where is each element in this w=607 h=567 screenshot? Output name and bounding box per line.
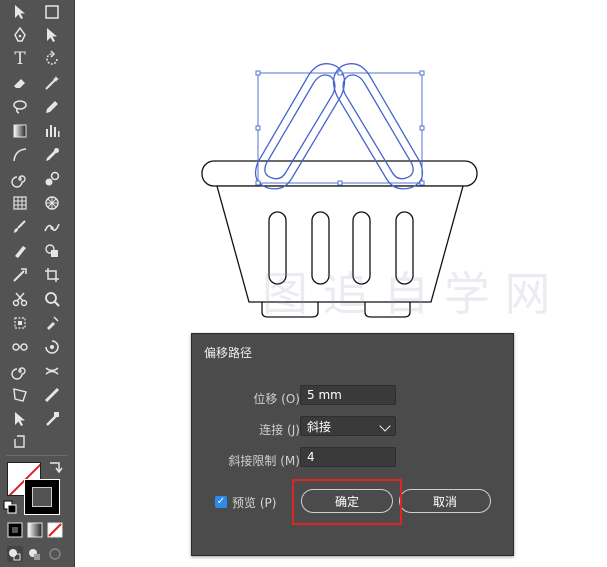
draw-inside-icon[interactable] [46,545,64,563]
cancel-button[interactable]: 取消 [399,489,491,513]
joins-selected-value: 斜接 [307,419,332,434]
column-graph-tool-icon[interactable] [40,121,64,141]
joins-label: 连接 (J): [259,423,304,437]
draw-behind-icon[interactable] [26,545,44,563]
miter-limit-input[interactable]: 4 [300,447,396,467]
spiral-tool-icon[interactable] [8,169,32,189]
watermark-text: 图 追 自 学 网 [262,267,551,321]
lasso-tool-icon[interactable] [8,97,32,117]
warp-tool-icon[interactable] [40,337,64,357]
color-mode-icon[interactable] [6,521,24,539]
puppet-warp-tool-icon[interactable] [40,217,64,237]
scissors-tool-icon[interactable] [8,289,32,309]
twirl-tool-icon[interactable] [8,361,32,381]
pencil-tool-icon[interactable] [40,97,64,117]
dialog-title: 偏移路径 [204,346,253,360]
hand-tool-icon[interactable] [8,409,32,429]
toolbar-divider [6,455,68,456]
symbol-sprayer-tool-icon[interactable] [40,193,64,213]
scale-tool-icon[interactable] [8,265,32,285]
perspective-grid-tool-icon[interactable] [8,313,32,333]
free-transform-tool-icon[interactable] [8,385,32,405]
miter-limit-label: 斜接限制 (M): [228,454,304,468]
pucker-tool-icon[interactable] [40,361,64,381]
zoom-tool-icon[interactable] [40,289,64,309]
ok-button-highlight [292,479,402,525]
print-tiling-tool-icon[interactable] [40,409,64,429]
preview-checkbox[interactable]: ✓ [215,496,227,508]
rotate-tool-icon[interactable] [40,49,64,69]
live-paint-tool-icon[interactable] [40,313,64,333]
arc-tool-icon[interactable] [8,145,32,165]
shape-builder-tool-icon[interactable] [40,241,64,261]
none-mode-icon[interactable] [46,521,64,539]
stroke-color-swatch[interactable] [24,479,60,515]
measure-tool-icon[interactable] [40,385,64,405]
default-colors-icon[interactable] [3,500,17,514]
pen-tool-icon[interactable] [8,25,32,45]
gradient-mode-icon[interactable] [26,521,44,539]
direct-selection-tool-icon[interactable] [40,25,64,45]
preview-label: 预览 (P) [232,496,277,510]
brush-tool-icon[interactable] [8,217,32,237]
gradient-tool-icon[interactable] [8,121,32,141]
chevron-down-icon [379,420,391,432]
type-tool-icon[interactable]: T [8,49,32,69]
blend-tool-icon[interactable] [40,169,64,189]
mesh-tool-icon[interactable] [8,193,32,213]
tools-panel: T [0,0,75,567]
offset-input[interactable]: 5 mm [300,385,396,405]
magic-wand-tool-icon[interactable] [40,73,64,93]
slice-tool-icon[interactable] [8,337,32,357]
artboard-navigation-icon[interactable] [8,432,32,452]
artboard-tool-icon[interactable] [40,265,64,285]
swap-colors-icon[interactable] [46,458,64,476]
rectangle-tool-icon[interactable] [40,2,64,22]
draw-normal-icon[interactable] [6,545,24,563]
joins-select[interactable]: 斜接 [300,416,396,436]
eyedropper-tool-icon[interactable] [40,145,64,165]
offset-label: 位移 (O): [253,392,304,406]
blob-brush-tool-icon[interactable] [8,241,32,261]
selection-tool-icon[interactable] [8,2,32,22]
eraser-tool-icon[interactable] [8,73,32,93]
